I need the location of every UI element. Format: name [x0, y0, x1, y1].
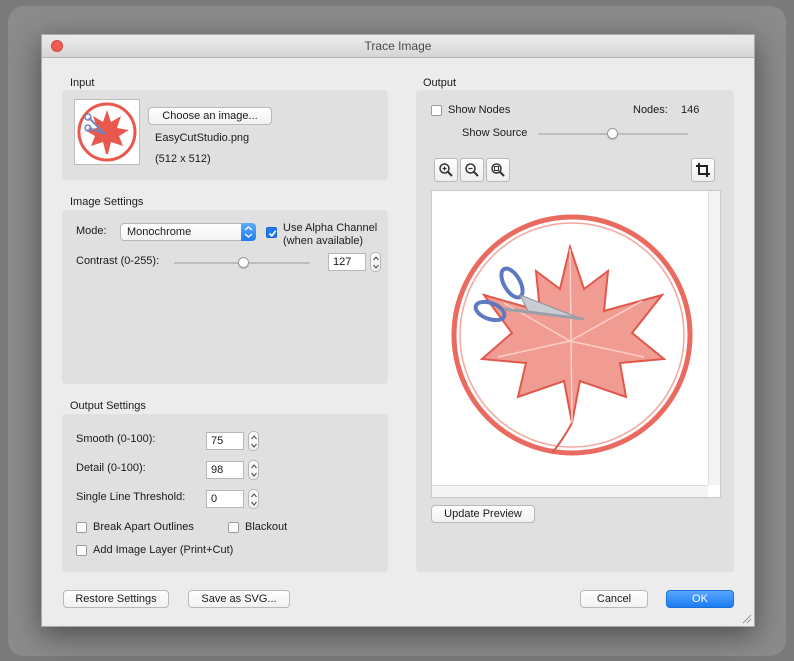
- threshold-label: Single Line Threshold:: [76, 491, 186, 503]
- zoom-in-button[interactable]: [434, 158, 458, 182]
- contrast-label: Contrast (0-255):: [76, 255, 160, 267]
- add-image-layer-checkbox[interactable]: [76, 545, 87, 556]
- mode-select[interactable]: Monochrome: [120, 223, 256, 241]
- preview-horizontal-scrollbar[interactable]: [432, 485, 708, 497]
- use-alpha-checkbox[interactable]: [266, 227, 277, 238]
- input-file-name: EasyCutStudio.png: [155, 132, 250, 144]
- input-dimensions: (512 x 512): [155, 153, 211, 165]
- contrast-slider-thumb[interactable]: [238, 257, 249, 268]
- smooth-label: Smooth (0-100):: [76, 433, 156, 445]
- input-section-label: Input: [70, 77, 95, 89]
- detail-input[interactable]: 98: [206, 461, 244, 479]
- choose-image-button[interactable]: Choose an image...: [148, 107, 272, 125]
- crop-icon: [696, 163, 710, 177]
- use-alpha-label: Use Alpha Channel: [283, 222, 378, 234]
- ok-button[interactable]: OK: [666, 590, 734, 608]
- nodes-label: Nodes:: [633, 104, 668, 116]
- output-section-label: Output: [423, 77, 457, 89]
- show-source-label: Show Source: [462, 127, 528, 139]
- blackout-checkbox[interactable]: [228, 522, 239, 533]
- smooth-input[interactable]: 75: [206, 432, 244, 450]
- contrast-input[interactable]: 127: [328, 253, 366, 271]
- title-bar: Trace Image: [42, 35, 754, 58]
- restore-settings-button[interactable]: Restore Settings: [63, 590, 169, 608]
- output-settings-label: Output Settings: [70, 400, 146, 412]
- image-settings-label: Image Settings: [70, 196, 144, 208]
- traced-logo-preview: [451, 214, 693, 456]
- contrast-stepper[interactable]: [370, 252, 381, 272]
- show-nodes-label: Show Nodes: [448, 104, 511, 116]
- checkmark-icon: [268, 230, 277, 237]
- output-panel: Show Nodes Nodes: 146 Show Source Update…: [416, 90, 734, 572]
- add-image-layer-label: Add Image Layer (Print+Cut): [93, 544, 234, 556]
- mode-label: Mode:: [76, 225, 107, 237]
- resize-grip-icon[interactable]: [740, 612, 752, 624]
- cancel-button[interactable]: Cancel: [580, 590, 648, 608]
- preview-vertical-scrollbar[interactable]: [708, 191, 720, 485]
- input-panel: Choose an image... EasyCutStudio.png (51…: [62, 90, 388, 180]
- maple-leaf-icon: [77, 102, 137, 162]
- break-apart-label: Break Apart Outlines: [93, 521, 194, 533]
- input-image-thumbnail: [74, 99, 140, 165]
- threshold-input[interactable]: 0: [206, 490, 244, 508]
- output-settings-panel: Smooth (0-100): 75 Detail (0-100): 98 Si…: [62, 414, 388, 572]
- zoom-in-icon: [439, 163, 453, 177]
- detail-stepper[interactable]: [248, 460, 259, 480]
- use-alpha-sublabel: (when available): [283, 235, 364, 247]
- crop-button[interactable]: [691, 158, 715, 182]
- threshold-stepper[interactable]: [248, 489, 259, 509]
- show-source-slider-thumb[interactable]: [607, 128, 618, 139]
- smooth-stepper[interactable]: [248, 431, 259, 451]
- detail-label: Detail (0-100):: [76, 462, 146, 474]
- image-settings-panel: Mode: Monochrome Use Alpha Channel (when…: [62, 210, 388, 384]
- zoom-fit-button[interactable]: [486, 158, 510, 182]
- zoom-fit-icon: [491, 163, 505, 177]
- show-nodes-checkbox[interactable]: [431, 105, 442, 116]
- zoom-out-button[interactable]: [460, 158, 484, 182]
- save-as-svg-button[interactable]: Save as SVG...: [188, 590, 290, 608]
- zoom-out-icon: [465, 163, 479, 177]
- blackout-label: Blackout: [245, 521, 288, 533]
- break-apart-checkbox[interactable]: [76, 522, 87, 533]
- trace-image-dialog: Trace Image Input Choose an image... Eas…: [41, 34, 755, 627]
- update-preview-button[interactable]: Update Preview: [431, 505, 535, 523]
- maple-leaf-icon: [479, 243, 667, 454]
- window-title: Trace Image: [364, 39, 432, 53]
- chevron-updown-icon: [241, 223, 256, 241]
- mode-select-value: Monochrome: [127, 226, 192, 238]
- output-preview-canvas[interactable]: [431, 190, 721, 498]
- nodes-count: 146: [681, 104, 700, 116]
